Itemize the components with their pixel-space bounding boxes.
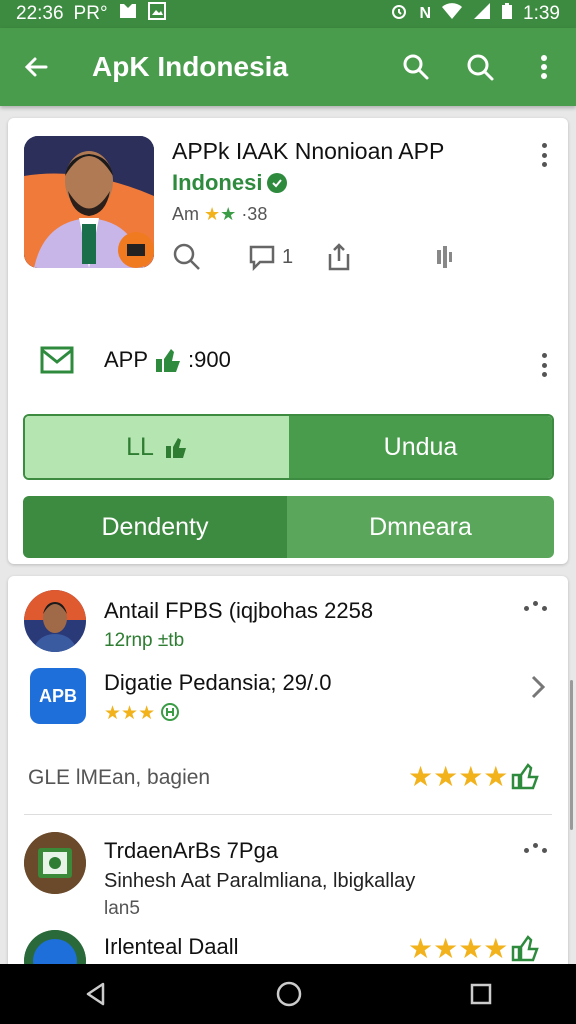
app-rating: Am ★★ ·38 [172, 204, 267, 225]
star-icon: ★ [204, 204, 221, 224]
list-item-title: TrdaenArBs 7Pga [104, 838, 279, 863]
comment-action[interactable]: 1 [248, 243, 324, 271]
thumbs-up-icon [156, 349, 181, 372]
search-action[interactable] [172, 242, 248, 272]
app-logo[interactable]: APB [30, 668, 86, 724]
developer-name: Indonesi [172, 170, 263, 195]
primary-segment: LL Undua [23, 414, 554, 480]
signal-icon [473, 2, 491, 26]
overflow-menu-button[interactable] [512, 54, 576, 80]
nfc-icon: N [419, 5, 432, 22]
app-thumbnail[interactable] [24, 136, 154, 268]
app-bar: ApK Indonesia [0, 28, 576, 106]
app-overflow-button[interactable] [532, 140, 556, 170]
item-overflow-button[interactable] [524, 601, 547, 611]
status-bar: 22:36 PR° N 1:39 [0, 0, 576, 28]
list-item-subtitle: Sinhesh Aat Paralmliana, lbigkallay [104, 870, 416, 892]
status-time: 22:36 [16, 3, 64, 24]
dendenty-button[interactable]: Dendenty [23, 496, 287, 558]
app-name: APPk IAAK Nnonioan APP [172, 138, 445, 164]
download-button[interactable]: Undua [289, 416, 552, 478]
search-button[interactable] [384, 52, 448, 82]
app-row-label: APP [104, 347, 149, 372]
app-info-row[interactable]: APP :900 [40, 346, 231, 374]
share-icon [328, 243, 350, 271]
notification-icon [118, 2, 138, 26]
comment-count: 1 [282, 245, 294, 268]
list-item-subtitle: 12rnp ±tb [104, 630, 185, 651]
search-icon [467, 54, 494, 81]
row-overflow-button[interactable] [532, 350, 556, 380]
verified-icon [161, 703, 180, 721]
thumbs-up-icon[interactable] [510, 934, 540, 963]
back-arrow-icon [24, 57, 48, 77]
list-avatar[interactable] [24, 590, 86, 652]
app-action-bar: 1 [172, 242, 474, 272]
star-icon: ★★★ [104, 703, 156, 724]
search-icon [403, 54, 429, 80]
list-item-title: Digatie Pedansia; 29/.0 [104, 670, 332, 695]
divider [24, 814, 552, 815]
chevron-right-icon[interactable] [528, 674, 548, 700]
related-list-card: Antail FPBS (iqjbohas 2258 12rnp ±tb APB… [8, 576, 568, 992]
star-icon: ★★★★ [408, 761, 509, 792]
list-item-title: Irlenteal Daall [104, 934, 239, 959]
verified-icon [267, 173, 288, 193]
ll-button[interactable]: LL [25, 416, 289, 478]
footer-rating: ★★★★ [408, 760, 540, 793]
item-rating: ★★★★ [408, 932, 540, 965]
rating-prefix: Am [172, 204, 199, 224]
wifi-icon [441, 2, 463, 26]
item-overflow-button[interactable] [524, 843, 547, 853]
app-logo-text: APB [38, 685, 77, 706]
app-developer[interactable]: Indonesi [172, 170, 288, 196]
back-button[interactable] [0, 53, 72, 81]
gallery-icon [147, 2, 166, 26]
system-nav-bar [0, 964, 576, 1024]
thumbs-up-icon[interactable] [510, 762, 540, 791]
app-detail-card: APPk IAAK Nnonioan APP Indonesi Am ★★ ·3… [8, 118, 568, 564]
alarm-icon [389, 1, 409, 27]
app-bar-title: ApK Indonesia [92, 51, 289, 82]
audio-action[interactable] [434, 244, 474, 270]
share-action[interactable] [324, 242, 434, 272]
status-time-right: 1:39 [523, 3, 560, 24]
secondary-segment: Dendenty Dmneara [23, 496, 554, 558]
list-avatar[interactable] [24, 832, 86, 894]
list-item-rating: ★★★ [104, 702, 180, 725]
search-button-2[interactable] [448, 52, 512, 82]
list-footer-text: GLE lMEan, bagien [28, 766, 211, 789]
star-icon: ★ [220, 204, 237, 224]
list-item-title: Antail FPBS (iqjbohas 2258 [104, 598, 374, 623]
audio-icon [437, 246, 452, 268]
status-carrier: PR° [73, 3, 108, 24]
app-row-value: :900 [188, 347, 231, 372]
more-vert-icon [541, 55, 547, 79]
nav-back-icon[interactable] [83, 981, 109, 1007]
nav-home-icon[interactable] [275, 980, 303, 1008]
scrollbar[interactable] [570, 680, 573, 830]
rating-value: ·38 [241, 204, 268, 224]
mail-icon [40, 346, 74, 374]
search-icon [173, 243, 200, 270]
battery-icon [501, 2, 513, 26]
ll-label: LL [126, 432, 154, 461]
star-icon: ★★★★ [408, 933, 509, 964]
list-item-meta: lan5 [104, 898, 140, 919]
nav-recents-icon[interactable] [469, 982, 493, 1006]
thumbs-up-icon [165, 438, 186, 458]
dmneara-button[interactable]: Dmneara [287, 496, 554, 558]
comment-icon [249, 245, 275, 271]
